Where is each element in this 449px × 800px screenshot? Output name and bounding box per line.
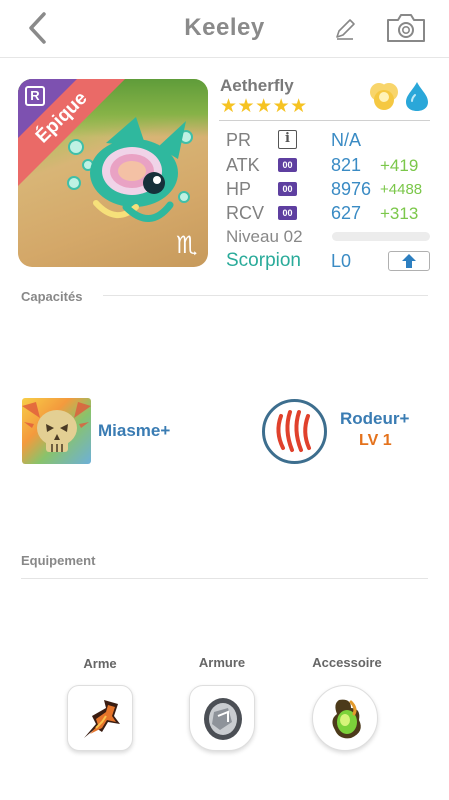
stat-label-rcv: RCV <box>226 203 265 223</box>
claw-icon <box>276 410 311 452</box>
stat-value-atk: 821 <box>331 155 362 175</box>
skill-name-rodeur[interactable]: Rodeur+ <box>340 409 409 429</box>
equipment-divider <box>21 578 428 579</box>
stat-badge-hp: 00 <box>278 182 297 196</box>
level-progress-bar <box>332 232 430 241</box>
star-rating: ★★★★★ <box>220 96 308 117</box>
accessory-icon <box>332 699 361 739</box>
edit-button[interactable] <box>332 16 358 42</box>
stat-label-hp: HP <box>226 179 252 199</box>
name-divider <box>219 120 430 121</box>
equipment-section-title: Equipement <box>21 553 96 568</box>
stat-bonus-hp: +4488 <box>380 181 423 198</box>
stat-badge-atk: 00 <box>278 158 297 172</box>
stat-value-rcv: 627 <box>331 203 362 223</box>
info-button[interactable]: i <box>278 130 297 149</box>
armor-icon <box>204 698 242 740</box>
weapon-icon <box>84 700 120 738</box>
equip-label-accessory: Accessoire <box>312 655 382 670</box>
abilities-section-title: Capacités <box>21 289 83 304</box>
rarity-badge: R <box>25 86 45 106</box>
skill-icon-miasme[interactable] <box>22 398 91 464</box>
top-bar: Keeley <box>0 0 449 58</box>
camera-button[interactable] <box>385 12 427 44</box>
pet-card-image[interactable]: Épique R ♏ <box>18 79 208 267</box>
equip-slot-weapon[interactable] <box>67 685 133 751</box>
equip-slot-armor[interactable] <box>189 685 255 751</box>
level-label: Niveau 02 <box>226 227 303 246</box>
light-element-icon <box>370 83 398 110</box>
page-title: Keeley <box>184 14 265 41</box>
stat-label-pr: PR <box>226 130 252 150</box>
stat-bonus-rcv: +313 <box>380 204 419 223</box>
stat-bonus-atk: +419 <box>380 156 419 175</box>
equip-label-armor: Armure <box>198 655 246 670</box>
stat-badge-rcv: 00 <box>278 206 297 220</box>
pencil-icon <box>336 19 355 40</box>
stat-value-pr: N/A <box>331 130 362 150</box>
equip-slot-accessory[interactable] <box>312 685 378 751</box>
stat-label-atk: ATK <box>226 155 260 175</box>
skull-icon <box>22 402 91 452</box>
arrow-up-icon <box>402 254 416 268</box>
stat-value-hp: 8976 <box>331 179 372 199</box>
limit-level: L0 <box>331 251 352 271</box>
pet-name: Aetherfly <box>220 76 294 95</box>
water-element-icon <box>406 82 428 111</box>
zodiac-glyph: ♏ <box>176 232 198 259</box>
skill-icon-rodeur[interactable] <box>262 399 327 464</box>
equip-label-weapon: Arme <box>83 656 117 671</box>
abilities-divider <box>103 295 428 296</box>
skill-name-miasme[interactable]: Miasme+ <box>98 421 170 441</box>
zodiac-sign-name: Scorpion <box>226 250 301 271</box>
camera-icon <box>387 14 425 42</box>
skill-level-rodeur: LV 1 <box>359 432 392 449</box>
upgrade-button[interactable] <box>388 251 430 271</box>
